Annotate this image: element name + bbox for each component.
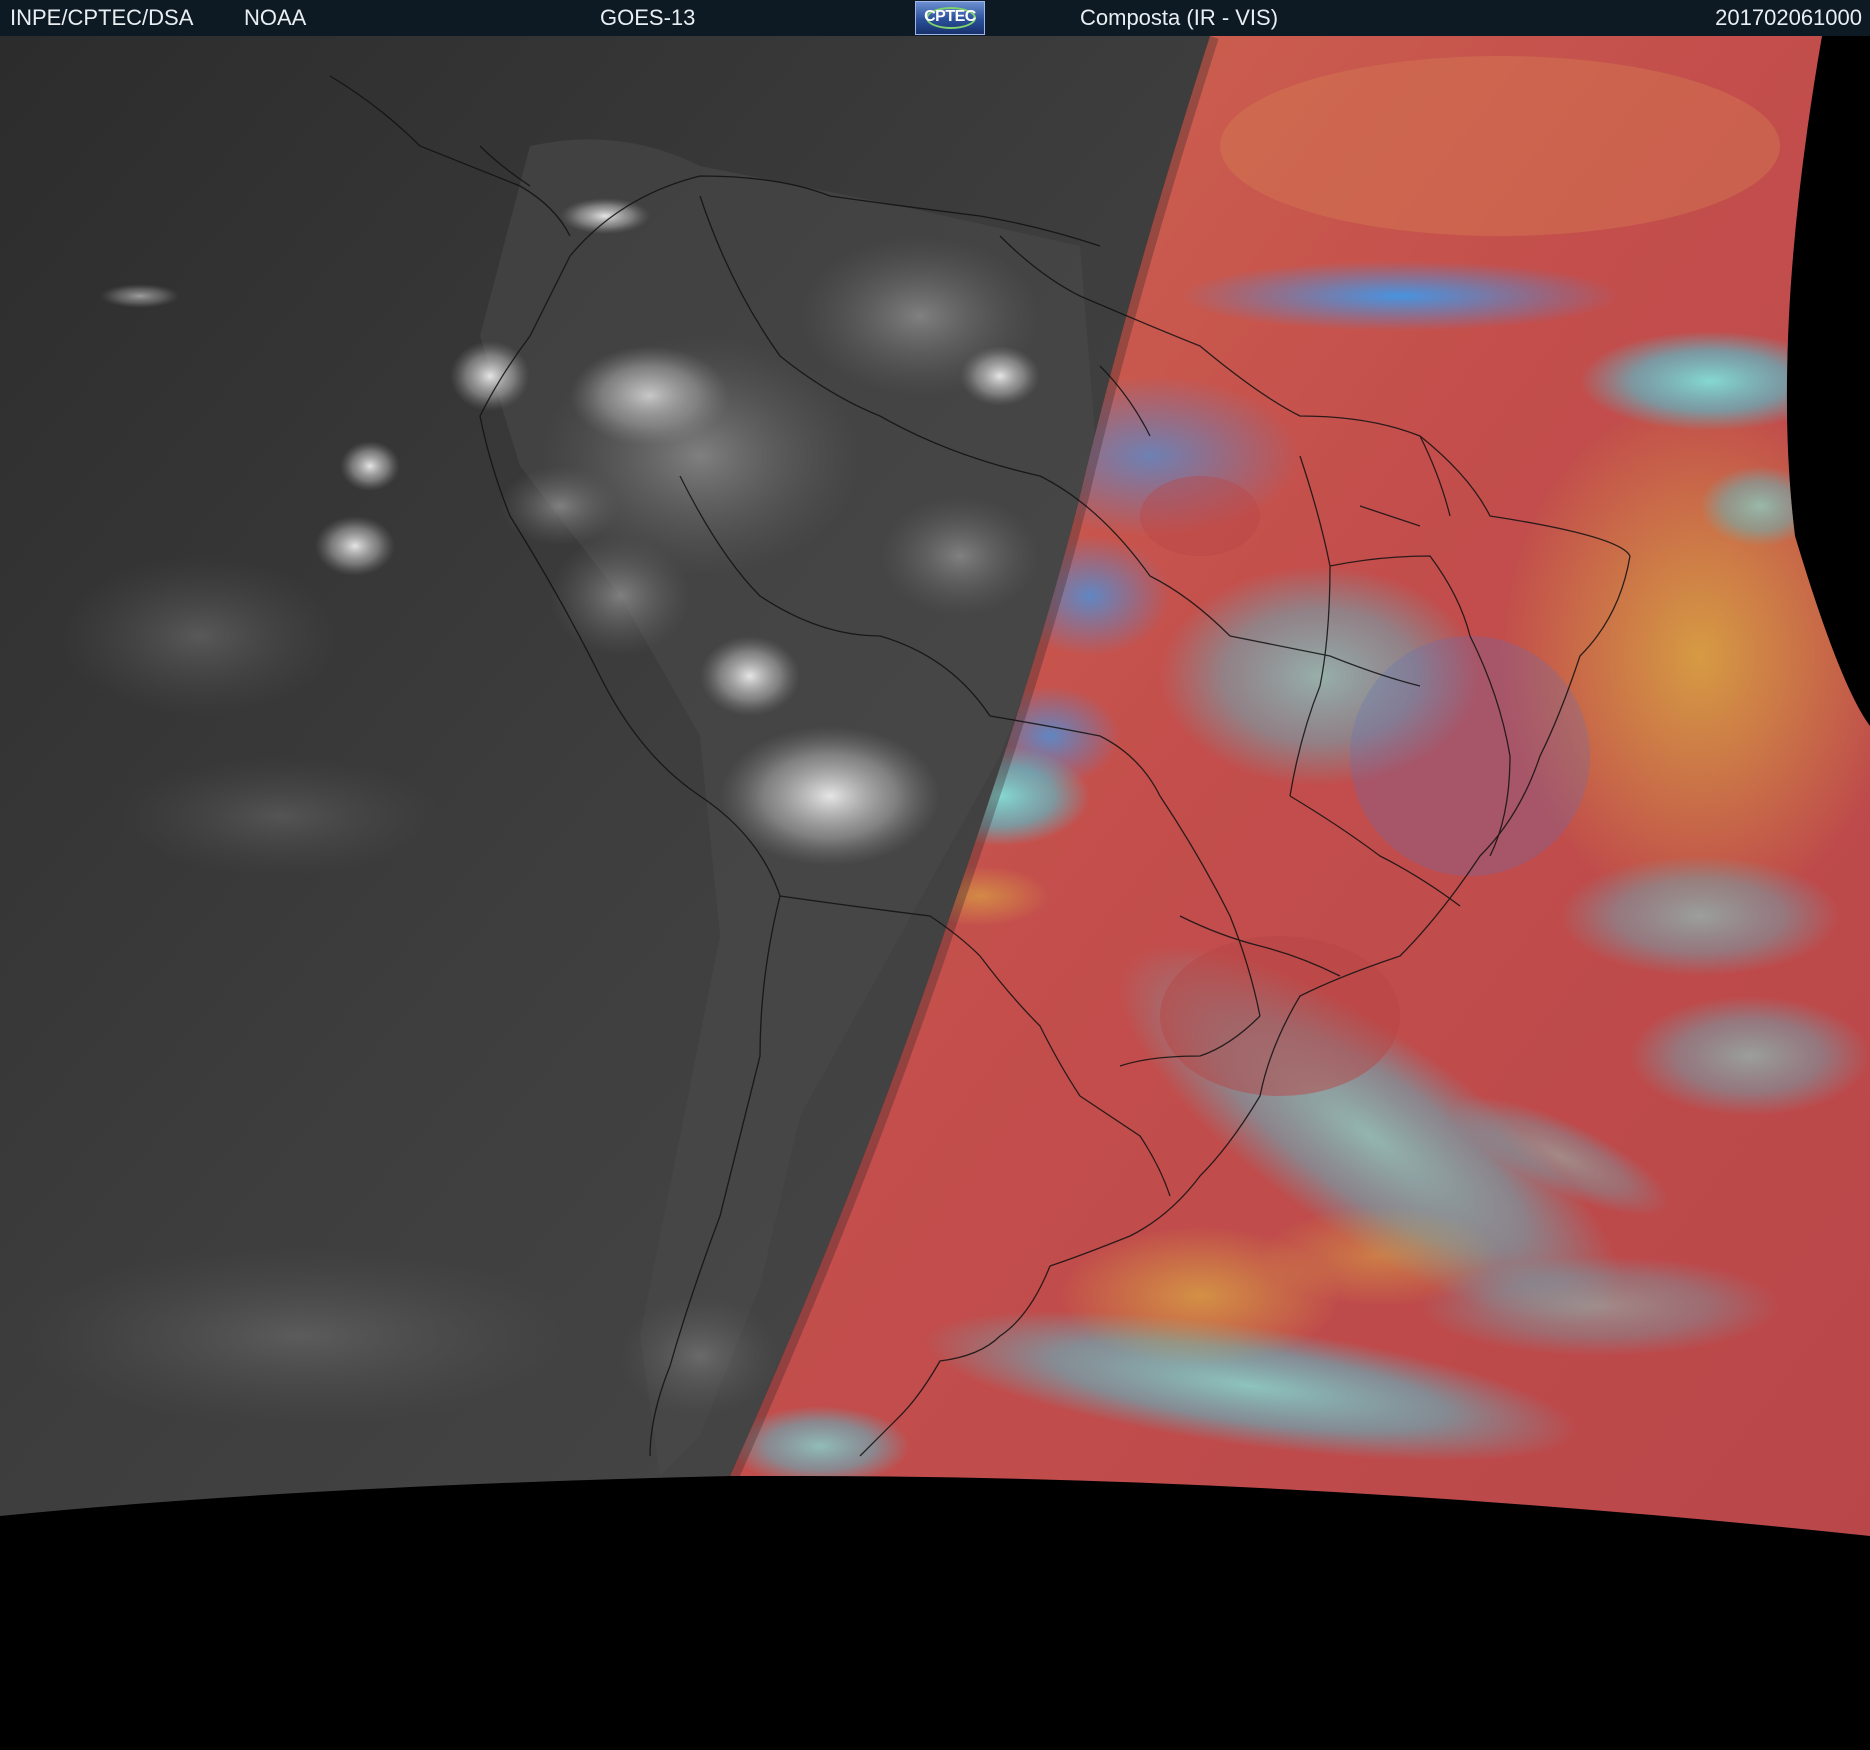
satellite-label: GOES-13	[600, 5, 696, 30]
source-label: INPE/CPTEC/DSA	[10, 5, 194, 30]
cptec-logo: CPTEC	[915, 1, 985, 35]
satellite-map-svg	[0, 36, 1870, 1750]
satellite-image	[0, 36, 1870, 1750]
agency-label: NOAA	[244, 5, 307, 30]
header-bar: INPE/CPTEC/DSA NOAA GOES-13 CPTEC Compos…	[0, 0, 1870, 36]
logo-text: CPTEC	[924, 8, 976, 25]
product-label: Composta (IR - VIS)	[1080, 5, 1279, 30]
timestamp-label: 201702061000	[1715, 5, 1862, 30]
